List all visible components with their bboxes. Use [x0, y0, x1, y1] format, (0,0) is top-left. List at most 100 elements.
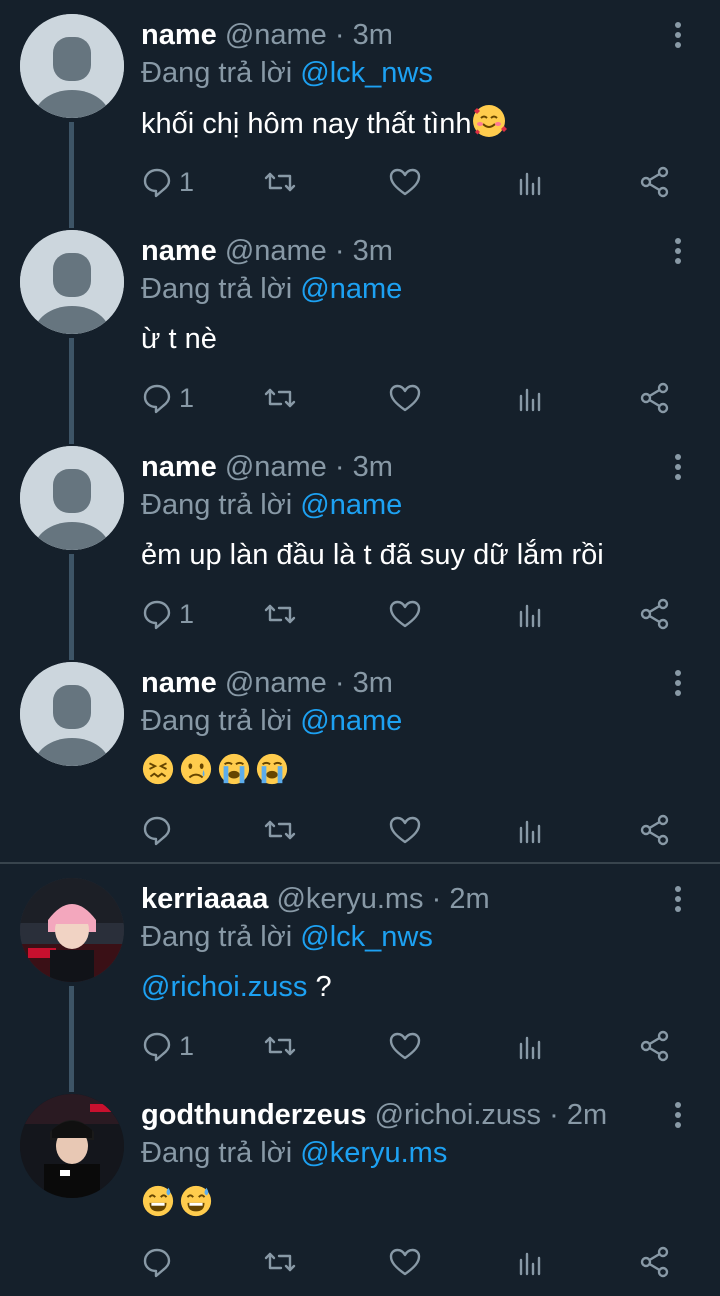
tweet-text-content: khối chị hôm nay thất tình [141, 108, 472, 140]
more-options-icon[interactable] [666, 668, 690, 698]
reply-icon [143, 600, 171, 630]
tweet[interactable]: name @name · 3m Đang trả lời @name ẻm up… [0, 432, 720, 648]
retweet-button[interactable] [264, 378, 296, 418]
share-button[interactable] [639, 1242, 671, 1282]
loudly-crying-face-icon [256, 753, 288, 785]
action-bar: 1 [0, 594, 720, 634]
reply-button[interactable]: 1 [141, 594, 194, 634]
reply-button[interactable] [141, 1242, 179, 1282]
replying-mention[interactable]: @name [300, 489, 402, 521]
replying-prefix: Đang trả lời [141, 921, 293, 953]
retweet-button[interactable] [264, 162, 296, 202]
share-icon [640, 598, 669, 630]
tweet[interactable]: name @name · 3m Đang trả lời @lck_nws kh… [0, 0, 720, 216]
replying-mention[interactable]: @lck_nws [300, 921, 433, 953]
reply-icon [143, 816, 171, 846]
tweet[interactable]: name @name · 3m Đang trả lời @name ừ t n… [0, 216, 720, 432]
replying-mention[interactable]: @keryu.ms [300, 1137, 447, 1169]
retweet-button[interactable] [264, 810, 296, 850]
timestamp[interactable]: 2m [567, 1099, 607, 1131]
like-button[interactable] [389, 162, 421, 202]
reply-count: 1 [179, 166, 195, 197]
replying-mention[interactable]: @name [300, 705, 402, 737]
tweet[interactable]: name @name · 3m Đang trả lời @name [0, 648, 720, 862]
share-icon [640, 382, 669, 414]
more-options-icon[interactable] [666, 1100, 690, 1130]
retweet-icon [264, 1252, 296, 1272]
more-options-icon[interactable] [666, 884, 690, 914]
user-handle[interactable]: @richoi.zuss [375, 1099, 541, 1131]
analytics-button[interactable] [515, 378, 547, 418]
user-handle[interactable]: @name [225, 451, 327, 483]
timestamp[interactable]: 3m [353, 667, 393, 699]
share-button[interactable] [639, 378, 671, 418]
user-handle[interactable]: @keryu.ms [276, 883, 423, 915]
analytics-button[interactable] [515, 162, 547, 202]
avatar[interactable] [20, 230, 124, 334]
like-button[interactable] [389, 1026, 421, 1066]
replying-to: Đang trả lời @keryu.ms [141, 1135, 447, 1171]
timestamp[interactable]: 3m [353, 235, 393, 267]
share-button[interactable] [639, 594, 671, 634]
reply-button[interactable]: 1 [141, 162, 194, 202]
avatar[interactable] [20, 1094, 124, 1198]
reply-button[interactable]: 1 [141, 378, 194, 418]
reply-button[interactable]: 1 [141, 1026, 194, 1066]
like-button[interactable] [389, 594, 421, 634]
replying-mention[interactable]: @lck_nws [300, 57, 433, 89]
separator-dot: · [431, 883, 442, 915]
share-button[interactable] [639, 810, 671, 850]
tweet-text: ẻm up làn đầu là t đã suy dữ lắm rồi [141, 535, 604, 575]
timestamp[interactable]: 3m [353, 19, 393, 51]
heart-icon [389, 1032, 421, 1060]
retweet-button[interactable] [264, 1242, 296, 1282]
analytics-button[interactable] [515, 810, 547, 850]
replying-to: Đang trả lời @name [141, 703, 402, 739]
share-button[interactable] [639, 1026, 671, 1066]
display-name[interactable]: name [141, 667, 217, 699]
display-name[interactable]: kerriaaaa [141, 883, 268, 915]
user-handle[interactable]: @name [225, 667, 327, 699]
display-name[interactable]: name [141, 451, 217, 483]
analytics-button[interactable] [515, 594, 547, 634]
avatar[interactable] [20, 662, 124, 766]
heart-icon [389, 1248, 421, 1276]
tweet-text [141, 751, 293, 791]
separator-dot: · [334, 235, 345, 267]
reply-button[interactable] [141, 810, 179, 850]
more-options-icon[interactable] [666, 452, 690, 482]
tweet-header: kerriaaaa @keryu.ms · 2m [141, 881, 660, 917]
replying-mention[interactable]: @name [300, 273, 402, 305]
text-mention[interactable]: @richoi.zuss [141, 971, 307, 1003]
display-name[interactable]: godthunderzeus [141, 1099, 367, 1131]
more-options-icon[interactable] [666, 236, 690, 266]
user-handle[interactable]: @name [225, 235, 327, 267]
smiling-face-with-hearts-icon [473, 105, 508, 137]
heart-icon [389, 816, 421, 844]
replying-prefix: Đang trả lời [141, 489, 293, 521]
tweet[interactable]: kerriaaaa @keryu.ms · 2m Đang trả lời @l… [0, 864, 720, 1080]
replying-to: Đang trả lời @name [141, 487, 402, 523]
share-button[interactable] [639, 162, 671, 202]
avatar[interactable] [20, 878, 124, 982]
analytics-button[interactable] [515, 1242, 547, 1282]
separator-dot: · [334, 19, 345, 51]
like-button[interactable] [389, 378, 421, 418]
like-button[interactable] [389, 1242, 421, 1282]
display-name[interactable]: name [141, 235, 217, 267]
retweet-button[interactable] [264, 594, 296, 634]
crying-face-icon [180, 753, 212, 785]
timestamp[interactable]: 2m [449, 883, 489, 915]
like-button[interactable] [389, 810, 421, 850]
retweet-button[interactable] [264, 1026, 296, 1066]
user-handle[interactable]: @name [225, 19, 327, 51]
timestamp[interactable]: 3m [353, 451, 393, 483]
tweet-header: godthunderzeus @richoi.zuss · 2m [141, 1097, 660, 1133]
more-options-icon[interactable] [666, 20, 690, 50]
display-name[interactable]: name [141, 19, 217, 51]
avatar[interactable] [20, 446, 124, 550]
tweet[interactable]: godthunderzeus @richoi.zuss · 2m Đang tr… [0, 1080, 720, 1296]
analytics-button[interactable] [515, 1026, 547, 1066]
avatar[interactable] [20, 14, 124, 118]
heart-icon [389, 168, 421, 196]
